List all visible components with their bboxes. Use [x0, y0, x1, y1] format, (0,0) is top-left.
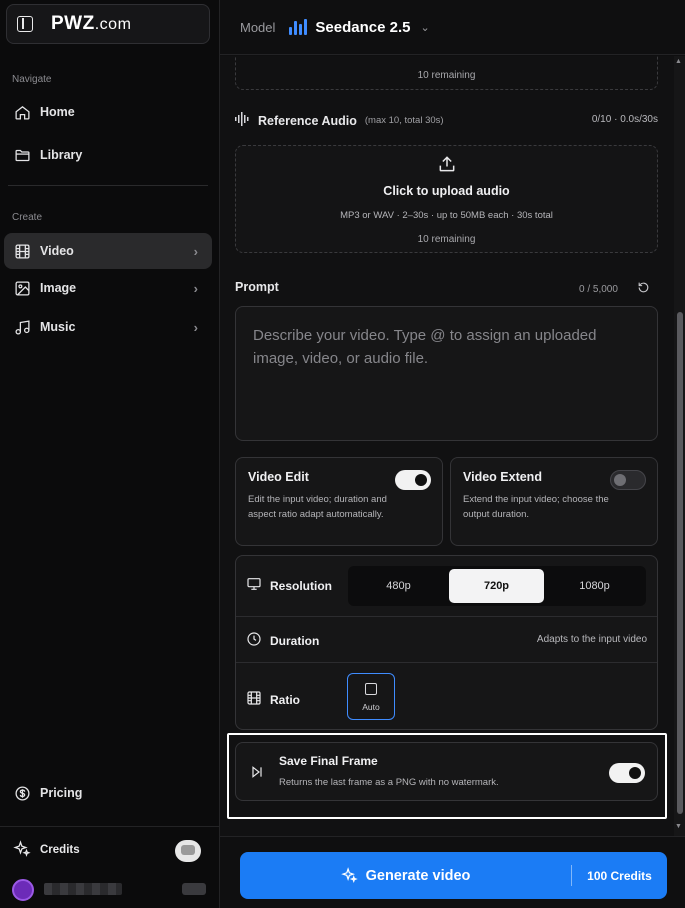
video-upload-box[interactable]: 10 remaining: [235, 56, 658, 90]
sidebar-item-pricing[interactable]: Pricing: [4, 775, 212, 811]
sidebar-item-label: Video: [40, 244, 74, 258]
video-edit-toggle[interactable]: [395, 470, 431, 490]
resolution-720p[interactable]: 720p: [449, 569, 544, 603]
model-bars-icon: [289, 19, 308, 35]
ratio-auto-button[interactable]: Auto: [347, 673, 395, 720]
scroll-down-icon[interactable]: ▼: [675, 823, 682, 830]
create-section-label: Create: [12, 212, 43, 223]
prompt-textarea[interactable]: Describe your video. Type @ to assign an…: [235, 306, 658, 441]
scroll-up-icon[interactable]: ▲: [675, 58, 682, 65]
video-extend-card: Video Extend Extend the input video; cho…: [450, 457, 658, 546]
upload-audio-hint: MP3 or WAV · 2–30s · up to 50MB each · 3…: [340, 210, 553, 221]
credits-label: Credits: [40, 844, 80, 856]
brand-logo[interactable]: PWZ.com: [51, 13, 131, 35]
video-extend-desc: Extend the input video; choose the outpu…: [463, 494, 609, 520]
resolution-1080p[interactable]: 1080p: [547, 569, 642, 603]
home-icon: [13, 103, 31, 121]
video-extend-title: Video Extend: [463, 470, 542, 484]
resolution-label: Resolution: [270, 578, 332, 593]
sidebar-item-label: Image: [40, 281, 77, 295]
sidebar-item-label: Music: [40, 320, 76, 334]
chevron-right-icon: ›: [193, 319, 198, 335]
audio-upload-box[interactable]: Click to upload audio MP3 or WAV · 2–30s…: [235, 145, 658, 253]
upload-audio-remaining: 10 remaining: [417, 234, 476, 245]
prompt-char-count: 0 / 5,000: [579, 284, 618, 295]
sidebar: PWZ.com Navigate Home Library Create Vid…: [0, 0, 220, 908]
dollar-circle-icon: [13, 784, 31, 802]
chevron-right-icon: ›: [193, 280, 198, 296]
model-selector[interactable]: Seedance 2.5: [315, 19, 410, 36]
upload-icon: [437, 154, 457, 177]
ratio-label: Ratio: [270, 692, 300, 707]
duration-note: Adapts to the input video: [536, 634, 647, 645]
settings-card: Resolution 480p 720p 1080p Duration Adap…: [235, 555, 658, 730]
reference-audio-header: Reference Audio (max 10, total 30s): [235, 112, 444, 129]
chevron-down-icon[interactable]: ⌄: [420, 21, 429, 34]
user-name-redacted[interactable]: [44, 883, 122, 895]
film-icon: [246, 690, 262, 709]
brand-bar: PWZ.com: [6, 4, 210, 44]
avatar[interactable]: [12, 879, 34, 901]
resolution-480p[interactable]: 480p: [351, 569, 446, 603]
reference-audio-subtitle: (max 10, total 30s): [364, 115, 444, 126]
generate-label: Generate video: [365, 867, 471, 884]
highlight-outline: [227, 733, 667, 819]
user-menu-redacted[interactable]: [182, 883, 206, 895]
video-edit-card: Video Edit Edit the input video; duratio…: [235, 457, 443, 546]
model-label: Model: [240, 19, 276, 35]
sidebar-item-home[interactable]: Home: [4, 94, 212, 130]
square-icon: [365, 683, 377, 695]
film-icon: [13, 242, 31, 260]
reference-audio-count: 0/10 · 0.0s/30s: [591, 114, 658, 125]
sidebar-item-label: Pricing: [40, 786, 83, 800]
generate-credits: 100 Credits: [587, 868, 652, 883]
settings-divider: [236, 616, 657, 617]
sidebar-item-image[interactable]: Image ›: [4, 270, 212, 306]
reset-icon[interactable]: [637, 281, 650, 297]
bottom-bar: Generate video 100 Credits: [220, 836, 685, 908]
scrollbar-thumb[interactable]: [677, 312, 683, 814]
main-scrollbar[interactable]: ▲ ▼: [674, 56, 685, 836]
navigate-section-label: Navigate: [12, 74, 52, 85]
monitor-icon: [246, 576, 262, 595]
audio-wave-icon: [235, 112, 250, 129]
music-note-icon: [13, 318, 31, 336]
image-icon: [13, 279, 31, 297]
chevron-right-icon: ›: [193, 243, 198, 259]
ratio-row: Ratio: [236, 690, 657, 709]
duration-label: Duration: [270, 633, 320, 648]
top-header: Model Seedance 2.5 ⌄: [220, 0, 685, 55]
sidebar-toggle-icon[interactable]: [17, 16, 33, 32]
upload-audio-title: Click to upload audio: [383, 184, 510, 198]
sparkles-icon: [340, 867, 358, 884]
sidebar-divider: [8, 185, 208, 186]
generate-video-button[interactable]: Generate video 100 Credits: [240, 852, 667, 899]
credits-toggle[interactable]: [175, 840, 201, 862]
sidebar-item-label: Home: [40, 105, 75, 119]
sparkles-icon: [13, 840, 31, 861]
upload-remaining: 10 remaining: [417, 70, 476, 81]
generate-main[interactable]: Generate video: [240, 852, 571, 899]
resolution-selector: 480p 720p 1080p: [348, 566, 646, 606]
settings-divider: [236, 662, 657, 663]
sidebar-item-library[interactable]: Library: [4, 137, 212, 173]
video-extend-toggle[interactable]: [610, 470, 646, 490]
ratio-auto-label: Auto: [362, 702, 380, 712]
prompt-label: Prompt: [235, 280, 279, 294]
sidebar-item-music[interactable]: Music ›: [4, 309, 212, 345]
reference-audio-title: Reference Audio: [258, 113, 357, 128]
credits-section: Credits: [0, 826, 219, 908]
generator-panel: 10 remaining Reference Audio (max 10, to…: [220, 56, 674, 836]
video-edit-desc: Edit the input video; duration and aspec…: [248, 494, 387, 520]
video-edit-title: Video Edit: [248, 470, 309, 484]
clock-icon: [246, 631, 262, 650]
sidebar-item-video[interactable]: Video ›: [4, 233, 212, 269]
folder-icon: [13, 146, 31, 164]
sidebar-item-label: Library: [40, 148, 83, 162]
